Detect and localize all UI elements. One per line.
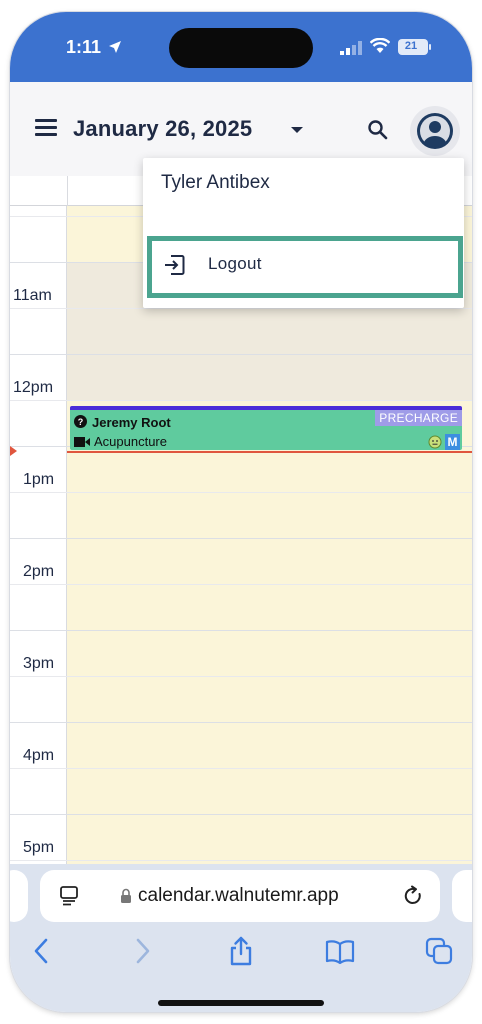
event-type: Acupuncture [94,434,167,449]
m-badge: M [445,434,460,450]
precharge-badge: PRECHARGE [375,410,462,426]
forward-icon[interactable] [127,936,157,966]
dropdown-caret-icon[interactable] [291,127,303,133]
video-icon [74,437,90,447]
tabs-icon[interactable] [424,936,454,966]
battery-level: 21 [404,40,418,52]
hour-label-1pm: 1pm [23,471,55,488]
battery-nub [429,44,431,50]
reader-icon[interactable] [60,886,78,906]
next-tab-peek[interactable] [452,870,472,922]
search-icon[interactable] [366,118,390,142]
back-icon[interactable] [27,936,57,966]
logout-icon [165,255,185,275]
hour-label-4pm: 4pm [23,747,55,764]
status-bar: 1:11 21 [10,12,472,82]
avatar-icon [417,113,453,149]
browser-toolbar: calendar.walnutemr.app [10,864,472,1012]
battery-icon: 21 [398,39,431,55]
current-time-line [67,451,472,453]
menu-icon[interactable] [35,119,57,137]
avatar-button[interactable] [410,106,460,156]
reload-icon[interactable] [402,885,424,907]
dynamic-island [169,28,313,68]
logout-menu-item[interactable]: Logout [147,236,463,298]
status-time: 1:11 [66,37,102,57]
phone-screen: 1:11 21 January 26, 2025 11am 12pm 1pm 2… [10,12,472,1012]
date-title[interactable]: January 26, 2025 [73,116,252,142]
share-icon[interactable] [226,936,256,966]
signal-icon [340,41,362,55]
lock-icon [121,888,131,903]
neutral-face-icon [428,435,442,449]
address-bar[interactable]: calendar.walnutemr.app [40,870,440,922]
unknown-status-icon: ? [74,415,87,428]
hour-label-11am: 11am [13,287,52,304]
hour-label-2pm: 2pm [23,563,55,580]
logout-label: Logout [208,254,262,273]
wifi-icon [370,38,390,53]
bookmarks-icon[interactable] [325,936,355,966]
current-time-marker [10,446,17,456]
location-arrow-icon [109,41,121,53]
user-name: Tyler Antibex [161,172,270,193]
hour-label-12pm: 12pm [13,379,54,396]
hour-label-5pm: 5pm [23,839,55,856]
time-column [10,176,67,876]
event-patient-name: Jeremy Root [92,415,171,430]
previous-tab-peek[interactable] [10,870,28,922]
url-text: calendar.walnutemr.app [138,885,339,906]
user-menu: Tyler Antibex Logout [143,158,464,308]
svg-text:?: ? [78,417,84,427]
hour-label-3pm: 3pm [23,655,55,672]
appointment-event[interactable]: ? Jeremy Root Acupuncture PRECHARGE M [70,406,462,450]
home-indicator[interactable] [158,1000,324,1006]
